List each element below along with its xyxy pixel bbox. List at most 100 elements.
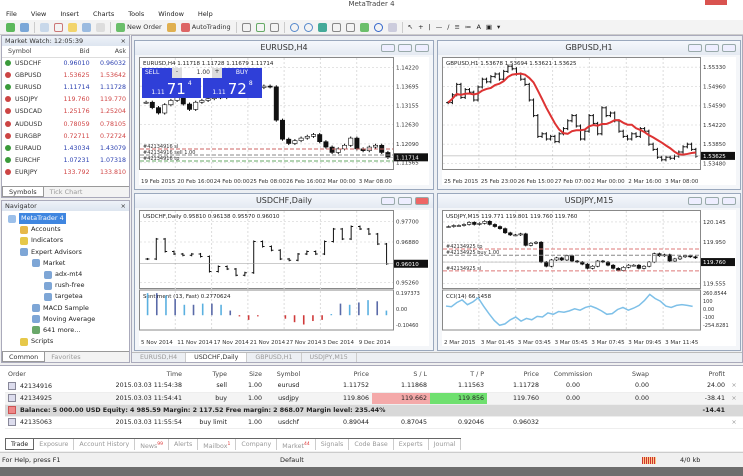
column-header[interactable]: Commission [542,368,607,380]
menu-charts[interactable]: Charts [93,8,114,20]
vertical-line-icon[interactable]: | [429,23,431,31]
close-icon[interactable]: × [121,36,126,46]
terminal-tab[interactable]: Alerts [169,439,199,450]
maximize-window-button[interactable] [705,197,719,205]
text-icon[interactable]: A [476,23,480,31]
text-label-icon[interactable]: ▣ [486,23,492,31]
navigator-item[interactable]: MetaTrader 4 [2,213,129,225]
menu-tools[interactable]: Tools [128,8,144,20]
crosshair-icon[interactable]: + [418,23,423,31]
autoscroll-icon[interactable] [345,22,355,32]
zoom-out-icon[interactable] [303,22,313,32]
close-order-icon[interactable]: × [728,416,743,429]
column-header[interactable]: Price [315,368,372,380]
horizontal-line-icon[interactable]: — [436,23,443,31]
maximize-window-button[interactable] [705,44,719,52]
channel-icon[interactable]: ≔ [465,23,472,31]
chart-shift-icon[interactable] [331,22,341,32]
sell-price-button[interactable]: 1.11 71 4 [142,78,201,98]
navigator-item[interactable]: Market [2,258,129,269]
market-watch-row[interactable]: EURUSD 1.11714 1.11728 [2,81,129,93]
chart-tab-usdchf[interactable]: USDCHF,Daily [186,353,248,362]
close-window-button[interactable] [415,44,429,52]
buy-price-button[interactable]: 1.11 72 8 [203,78,262,98]
chart-title-bar[interactable]: EURUSD,H4 [135,41,433,55]
navigator-item[interactable]: Scripts [2,336,129,347]
arrows-icon[interactable]: ▾ [497,23,500,31]
column-header[interactable]: Order [5,368,103,380]
minimize-window-button[interactable] [381,197,395,205]
profiles-icon[interactable] [20,22,29,32]
market-watch-row[interactable]: EURJPY 133.792 133.810 [2,167,129,179]
menu-help[interactable]: Help [198,8,213,20]
col-ask[interactable]: Ask [92,46,129,58]
menu-window[interactable]: Window [158,8,184,20]
terminal-tab[interactable]: Trade [5,439,35,450]
column-header[interactable]: Size [230,368,265,380]
new-order-button[interactable]: New Order [116,22,162,32]
chart-canvas[interactable]: 120.145119.950119.760119.555119.760USDJP… [442,210,736,346]
menu-view[interactable]: View [31,8,46,20]
column-header[interactable]: Symbol [265,368,315,380]
market-watch-row[interactable]: GBPUSD 1.53625 1.53642 [2,69,129,81]
buy-button[interactable]: BUY [222,68,262,78]
market-watch-row[interactable]: EURAUD 1.43034 1.43079 [2,142,129,154]
cursor-icon[interactable]: ↖ [408,23,413,31]
meta-editor-icon[interactable] [166,22,176,32]
market-watch-row[interactable]: AUDUSD 0.78059 0.78105 [2,118,129,130]
chart-window-eurusd[interactable]: EURUSD,H4 1.14220 1.13695 1.13155 1.12630 1.1… [134,40,434,190]
lot-size-input[interactable]: 1.00 [182,68,212,78]
minimize-window-button[interactable] [381,44,395,52]
terminal-tab[interactable]: Journal [429,439,462,450]
navigator-item[interactable]: adx-mt4 [2,269,129,280]
column-header[interactable]: Type [185,368,230,380]
autotrading-button[interactable]: AutoTrading [180,22,231,32]
close-order-icon[interactable]: × [728,392,743,405]
terminal-tab[interactable]: Signals [316,439,350,450]
column-header[interactable]: T / P [430,368,487,380]
col-bid[interactable]: Bid [56,46,93,58]
chart-canvas[interactable]: 1.55330 1.54960 1.54590 1.54220 1.53850 1.534… [442,57,736,185]
chart-title-bar[interactable]: GBPUSD,H1 [438,41,740,55]
col-symbol[interactable]: Symbol [2,46,57,58]
trendline-icon[interactable]: / [447,23,449,31]
terminal-tab[interactable]: News99 [135,439,169,450]
navigator-icon[interactable] [68,22,77,32]
column-header[interactable]: Time [103,368,185,380]
order-row[interactable]: 42135063 2015.03.03 11:55:54 buy limit 1.00… [5,416,743,429]
navigator-item[interactable]: MACD Sample [2,303,129,314]
navigator-item[interactable]: Moving Average [2,314,129,325]
maximize-window-button[interactable] [398,197,412,205]
column-header[interactable]: Price [487,368,542,380]
chart-window-usdjpy[interactable]: USDJPY,M15 120.145119.950119.760119.55511… [437,193,741,351]
market-watch-row[interactable]: EURGBP 0.72711 0.72724 [2,130,129,142]
tab-common[interactable]: Common [2,352,46,362]
market-watch-row[interactable]: USDJPY 119.760 119.770 [2,94,129,106]
market-watch-row[interactable]: EURCHF 1.07231 1.07318 [2,155,129,167]
tab-tick-chart[interactable]: Tick Chart [44,187,89,197]
navigator-item[interactable]: targetea [2,291,129,302]
chart-window-gbpusd[interactable]: GBPUSD,H1 1.55330 1.54960 1.54590 1.54220 1.5… [437,40,741,190]
terminal-icon[interactable] [82,22,91,32]
market-watch-icon[interactable] [40,22,49,32]
lot-increase-button[interactable]: + [212,68,222,78]
data-window-icon[interactable] [54,22,63,32]
maximize-window-button[interactable] [398,44,412,52]
chart-title-bar[interactable]: USDJPY,M15 [438,194,740,208]
templates-icon[interactable] [387,22,397,32]
new-chart-icon[interactable] [6,22,15,32]
lot-decrease-button[interactable]: - [172,68,182,78]
market-watch-row[interactable]: USDCAD 1.25176 1.25204 [2,106,129,118]
terminal-tab[interactable]: Account History [74,439,136,450]
close-window-button[interactable] [722,44,736,52]
navigator-item[interactable]: 641 more... [2,325,129,336]
strategy-tester-icon[interactable] [96,22,105,32]
terminal-tab[interactable]: Mailbox1 [198,439,237,450]
menu-file[interactable]: File [6,8,17,20]
chart-tab-eurusd[interactable]: EURUSD,H4 [132,353,187,362]
navigator-item[interactable]: Accounts [2,224,129,235]
navigator-item[interactable]: Expert Advisors [2,247,129,258]
periods-icon[interactable] [373,22,383,32]
column-header[interactable]: S / L [372,368,430,380]
order-row[interactable]: 42134916 2015.03.03 11:54:38 sell 1.00 eurus… [5,380,743,393]
